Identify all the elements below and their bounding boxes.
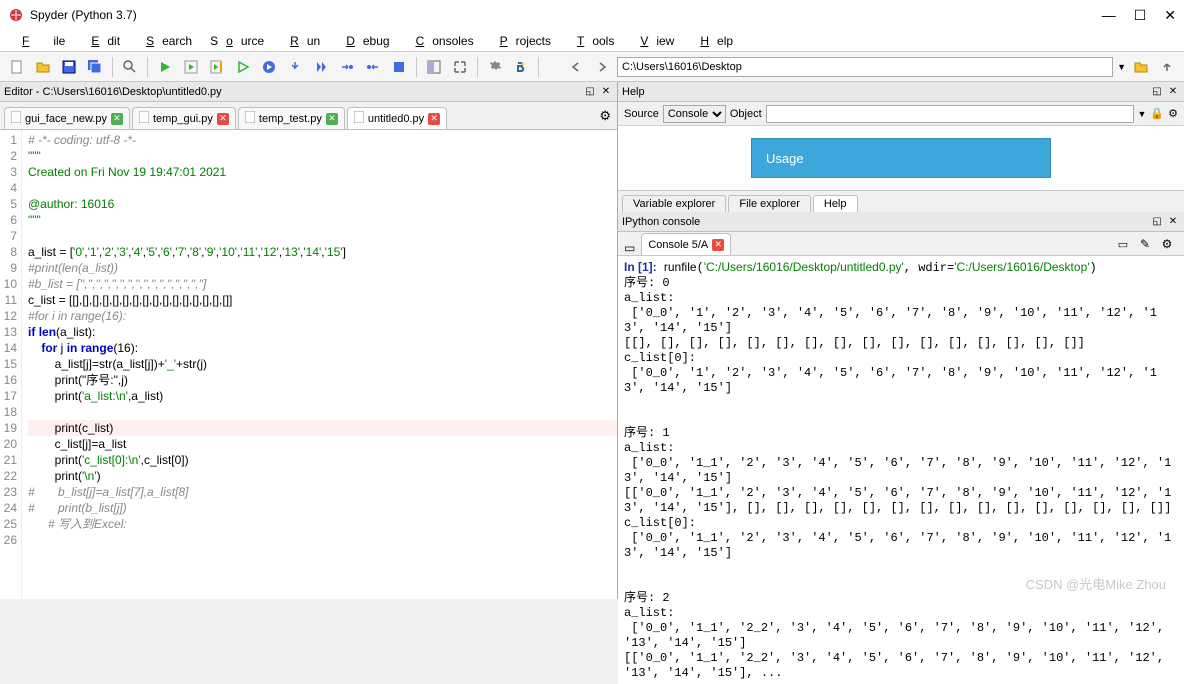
menu-consoles[interactable]: Consoles [400,32,482,50]
tab-label: gui_face_new.py [25,113,107,125]
menu-help[interactable]: Help [684,32,741,50]
help-object-label: Object [730,108,762,120]
console-output[interactable]: In [1]: runfile('C:/Users/16016/Desktop/… [618,256,1184,684]
editor-tabs: gui_face_new.py✕temp_gui.py✕temp_test.py… [0,102,617,130]
path-back-button[interactable] [565,56,587,78]
close-icon[interactable]: ✕ [217,113,229,125]
menu-edit[interactable]: Edit [75,32,128,50]
ipython-header: IPython console ◱ ✕ [618,212,1184,232]
debug-continue-button[interactable] [310,56,332,78]
menu-run[interactable]: Run [274,32,328,50]
console-tab[interactable]: Console 5/A ✕ [641,233,731,255]
ipython-close-button[interactable]: ✕ [1166,215,1180,229]
fullscreen-button[interactable] [449,56,471,78]
window-title: Spyder (Python 3.7) [30,8,1102,22]
help-usage-title: Usage [766,151,804,166]
run-selection-button[interactable] [232,56,254,78]
help-lock-icon[interactable]: 🔒 [1150,107,1164,120]
debug-step-out-button[interactable] [362,56,384,78]
open-file-button[interactable] [32,56,54,78]
file-icon [354,111,364,126]
editor-header-label: Editor - C:\Users\16016\Desktop\untitled… [4,86,222,98]
debug-step-into-button[interactable] [336,56,358,78]
editor-header: Editor - C:\Users\16016\Desktop\untitled… [0,82,617,102]
tab-label: temp_test.py [259,113,322,125]
editor-close-button[interactable]: ✕ [599,85,613,99]
path-dropdown-icon[interactable]: ▼ [1117,62,1126,72]
parent-dir-button[interactable] [1156,56,1178,78]
help-object-input[interactable] [766,105,1134,123]
help-source-label: Source [624,108,659,120]
editor-tab-options-icon[interactable]: ⚙ [599,108,611,124]
code-editor[interactable]: 1234567891011121314151617181920212223242… [0,130,617,599]
help-source-select[interactable]: Console [663,105,726,123]
editor-tab[interactable]: temp_gui.py ✕ [132,107,236,129]
help-header: Help ◱ ✕ [618,82,1184,102]
path-forward-button[interactable] [591,56,613,78]
editor-undock-button[interactable]: ◱ [583,85,597,99]
save-button[interactable] [58,56,80,78]
close-icon[interactable]: ✕ [111,113,123,125]
file-icon [139,111,149,126]
help-subtab[interactable]: Variable explorer [622,195,726,212]
close-icon[interactable]: ✕ [712,239,724,251]
menu-debug[interactable]: Debug [330,32,397,50]
help-header-label: Help [622,86,645,98]
run-cell-button[interactable] [180,56,202,78]
maximize-button[interactable]: ☐ [1134,7,1147,24]
debug-button[interactable] [258,56,280,78]
close-icon[interactable]: ✕ [326,113,338,125]
python-path-button[interactable] [510,56,532,78]
spyder-icon [8,7,24,23]
ipython-header-label: IPython console [622,216,700,228]
run-button[interactable] [154,56,176,78]
preferences-button[interactable] [484,56,506,78]
console-kernel-icon[interactable]: ▭ [624,241,635,255]
console-tab-label: Console 5/A [648,239,708,251]
tab-label: untitled0.py [368,113,424,125]
menu-search[interactable]: Search [130,32,200,50]
browse-folder-button[interactable] [1130,56,1152,78]
menu-tools[interactable]: Tools [561,32,622,50]
new-file-button[interactable] [6,56,28,78]
debug-step-button[interactable] [284,56,306,78]
title-bar: Spyder (Python 3.7) — ☐ ✕ [0,0,1184,30]
save-all-button[interactable] [84,56,106,78]
help-subtab[interactable]: File explorer [728,195,811,212]
menu-bar: File Edit Search Source Run Debug Consol… [0,30,1184,52]
console-edit-button[interactable]: ✎ [1134,233,1156,255]
editor-tab[interactable]: gui_face_new.py ✕ [4,107,130,129]
run-cell-advance-button[interactable] [206,56,228,78]
help-usage-card: Usage [751,138,1051,178]
debug-stop-button[interactable] [388,56,410,78]
help-subtabs: Variable explorerFile explorerHelp [618,190,1184,212]
console-stop-button[interactable]: ▭ [1112,233,1134,255]
close-button[interactable]: ✕ [1164,7,1176,24]
help-subtab[interactable]: Help [813,195,858,212]
menu-projects[interactable]: Projects [484,32,559,50]
file-icon [245,111,255,126]
ipython-undock-button[interactable]: ◱ [1150,215,1164,229]
help-content: Usage [618,126,1184,190]
main-toolbar: ▼ [0,52,1184,82]
maximize-pane-button[interactable] [423,56,445,78]
minimize-button[interactable]: — [1102,7,1116,24]
help-close-button[interactable]: ✕ [1166,85,1180,99]
console-tabs: ▭ Console 5/A ✕ ▭ ✎ ⚙ [618,232,1184,256]
menu-file[interactable]: File [6,32,73,50]
file-icon [11,111,21,126]
working-dir-input[interactable] [617,57,1113,77]
menu-source[interactable]: Source [202,32,272,50]
editor-tab[interactable]: untitled0.py ✕ [347,107,447,129]
find-button[interactable] [119,56,141,78]
console-options-icon[interactable]: ⚙ [1156,233,1178,255]
menu-view[interactable]: View [624,32,682,50]
help-undock-button[interactable]: ◱ [1150,85,1164,99]
editor-tab[interactable]: temp_test.py ✕ [238,107,345,129]
close-icon[interactable]: ✕ [428,113,440,125]
help-dropdown-icon[interactable]: ▼ [1138,109,1147,119]
tab-label: temp_gui.py [153,113,213,125]
help-gear-icon[interactable]: ⚙ [1168,107,1178,120]
